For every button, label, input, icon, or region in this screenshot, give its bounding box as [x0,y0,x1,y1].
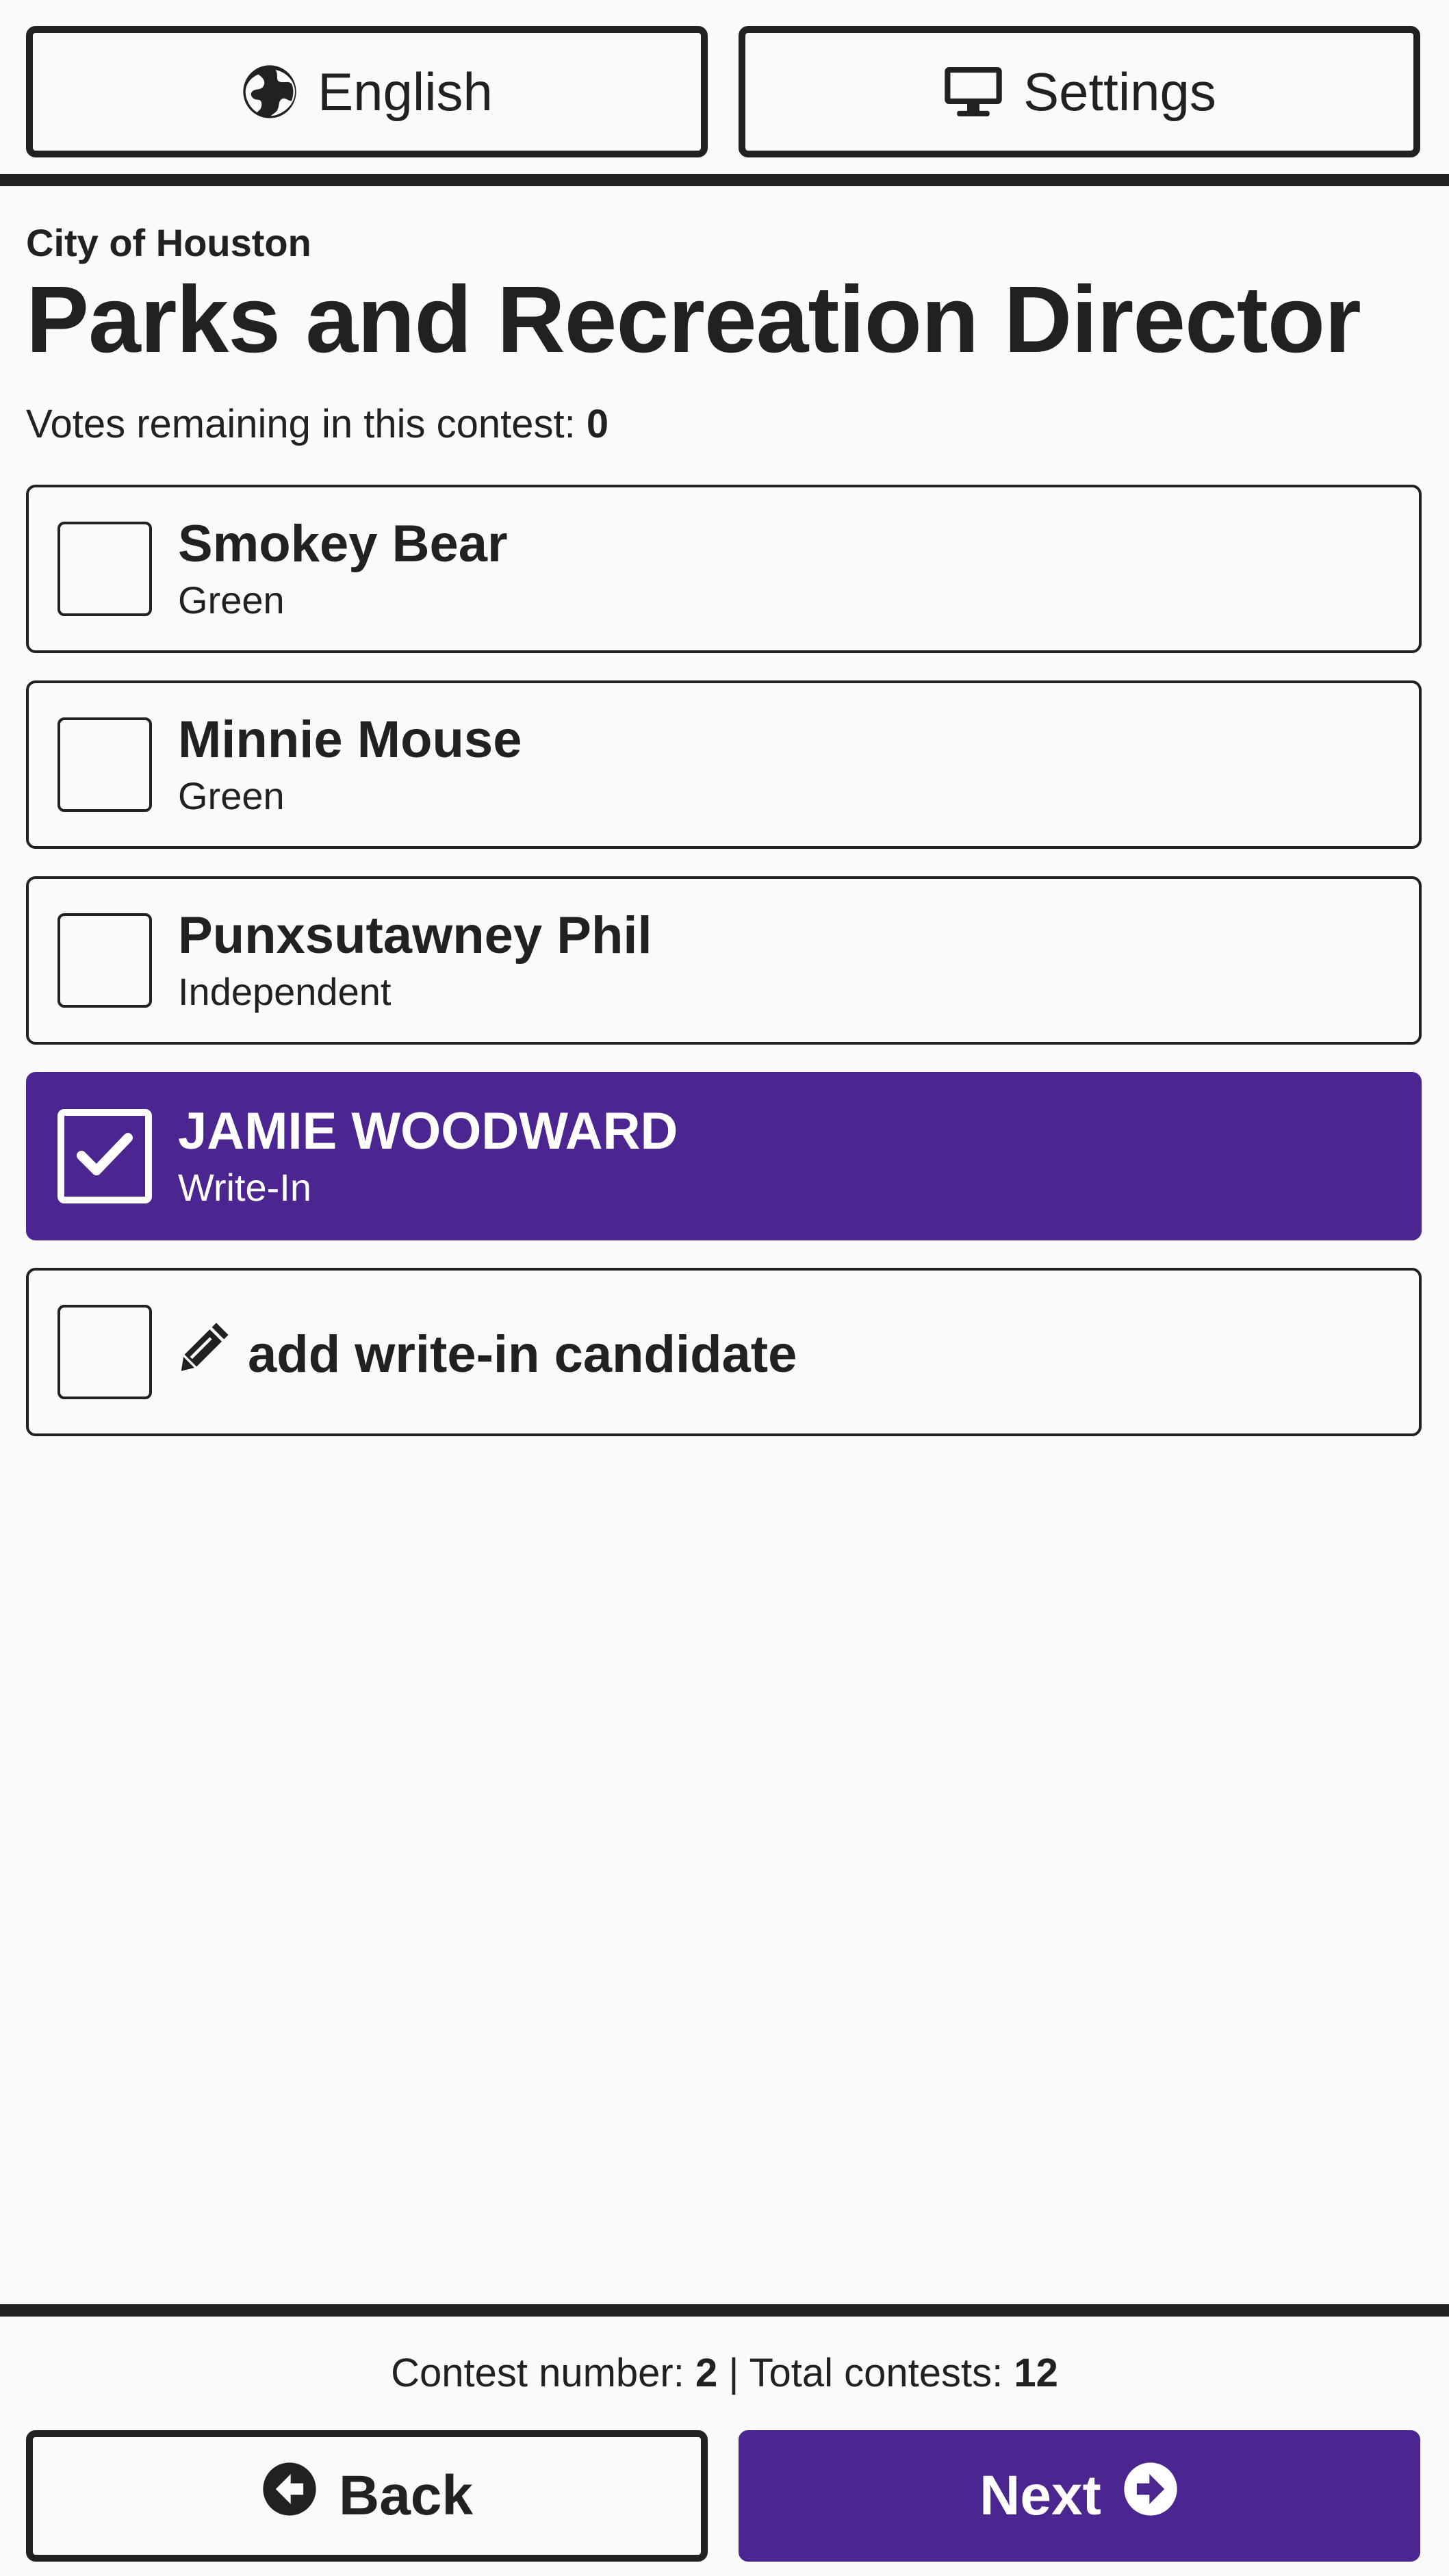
checkmark-icon [76,1131,133,1182]
next-button[interactable]: Next [739,2430,1420,2562]
write-in-label-row: add write-in candidate [178,1318,797,1390]
monitor-icon [943,64,1004,119]
candidate-name: JAMIE WOODWARD [178,1102,678,1160]
top-bar: English Settings [0,0,1449,186]
pencil-icon [178,1318,233,1390]
candidate-name: Minnie Mouse [178,711,522,769]
total-contests-label: Total contests: [749,2351,1003,2395]
candidate-checkbox-checked[interactable] [57,1109,152,1203]
settings-label: Settings [1023,61,1216,122]
footer: Contest number: 2 | Total contests: 12 B… [0,2304,1449,2576]
votes-remaining-label: Votes remaining in this contest: [26,402,576,446]
total-contests: 12 [1014,2351,1058,2395]
globe-icon [241,63,298,120]
votes-remaining-value: 0 [586,402,609,446]
candidate-checkbox[interactable] [57,522,152,616]
write-in-label: add write-in candidate [248,1325,797,1383]
candidate-option-smokey-bear[interactable]: Smokey Bear Green [26,485,1422,653]
contest-organization: City of Houston [26,221,311,264]
votes-remaining: Votes remaining in this contest: 0 [26,400,608,448]
next-label: Next [979,2464,1101,2527]
back-button[interactable]: Back [26,2430,708,2562]
settings-button[interactable]: Settings [739,26,1420,157]
contest-number-label: Contest number: [391,2351,684,2395]
arrow-left-circle-icon [261,2460,318,2532]
arrow-right-circle-icon [1122,2460,1179,2532]
candidate-option-minnie-mouse[interactable]: Minnie Mouse Green [26,680,1422,849]
write-in-checkbox[interactable] [57,1305,152,1399]
add-write-in-option[interactable]: add write-in candidate [26,1268,1422,1436]
candidate-party: Green [178,578,285,622]
contest-progress: Contest number: 2 | Total contests: 12 [0,2349,1449,2397]
progress-separator: | [728,2351,739,2395]
candidate-checkbox[interactable] [57,717,152,812]
candidate-party: Write-In [178,1166,311,1209]
candidate-option-jamie-woodward[interactable]: JAMIE WOODWARD Write-In [26,1072,1422,1240]
candidate-name: Smokey Bear [178,515,508,573]
language-button[interactable]: English [26,26,708,157]
candidate-party: Independent [178,970,392,1013]
contest-number: 2 [695,2351,718,2395]
candidate-checkbox[interactable] [57,913,152,1008]
back-label: Back [338,2464,474,2527]
candidate-name: Punxsutawney Phil [178,906,652,965]
candidate-party: Green [178,774,285,817]
page-title: Parks and Recreation Director [26,267,1361,372]
language-label: English [318,61,493,122]
candidate-option-punxsutawney-phil[interactable]: Punxsutawney Phil Independent [26,876,1422,1045]
